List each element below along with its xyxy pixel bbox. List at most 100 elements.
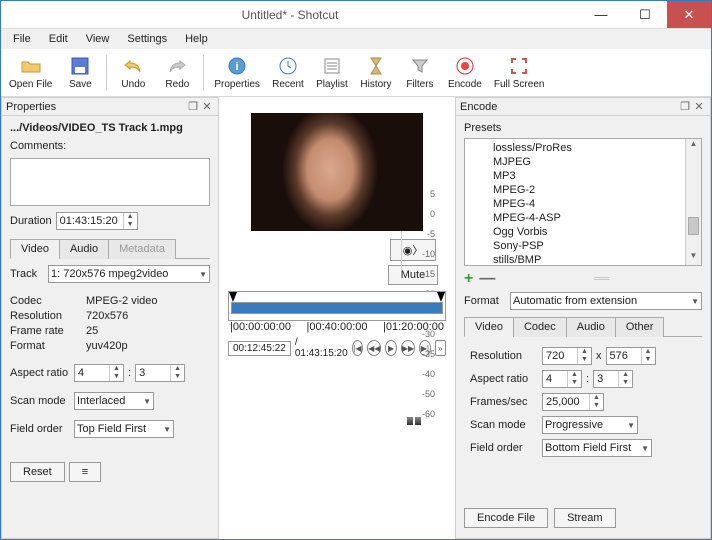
aspect-h-spinner[interactable]: ▲▼: [135, 364, 185, 382]
enc-scan-label: Scan mode: [470, 419, 536, 431]
duration-spinner[interactable]: ▲▼: [56, 212, 138, 230]
properties-button[interactable]: iProperties: [212, 53, 262, 92]
play-button[interactable]: ▶: [385, 340, 396, 356]
video-preview[interactable]: [251, 113, 423, 231]
prev-button[interactable]: ◀◀: [367, 340, 381, 356]
history-button[interactable]: History: [358, 53, 394, 92]
enc-res-w[interactable]: ▲▼: [542, 347, 592, 365]
encode-tab-video[interactable]: Video: [464, 317, 514, 337]
menu-file[interactable]: File: [5, 31, 39, 47]
encode-tab-codec[interactable]: Codec: [513, 317, 567, 337]
meter-bar-left: [407, 417, 413, 425]
undo-button[interactable]: Undo: [115, 53, 151, 92]
expand-icon: [508, 55, 530, 77]
maximize-button[interactable]: ☐: [623, 1, 667, 28]
recent-button[interactable]: Recent: [270, 53, 306, 92]
preset-item[interactable]: MPEG-4-ASP: [465, 211, 685, 225]
open-file-button[interactable]: Open File: [7, 53, 54, 92]
panel-float-button[interactable]: ❐: [186, 100, 200, 113]
titlebar: Untitled* - Shotcut — ☐ ✕: [1, 1, 711, 29]
toolbar: Open File Save Undo Redo iProperties Rec…: [1, 49, 711, 97]
total-time: / 01:43:15:20: [295, 337, 348, 359]
close-button[interactable]: ✕: [667, 1, 711, 28]
tab-metadata[interactable]: Metadata: [108, 239, 176, 259]
enc-aspect-w[interactable]: ▲▼: [542, 370, 582, 388]
scan-select[interactable]: Interlaced▼: [74, 392, 154, 410]
field-select[interactable]: Top Field First▼: [74, 420, 174, 438]
undo-icon: [122, 55, 144, 77]
hourglass-icon: [365, 55, 387, 77]
encode-panel: Encode❐✕ Presets lossless/ProRes MJPEG M…: [455, 97, 711, 539]
enc-res-h[interactable]: ▲▼: [606, 347, 656, 365]
menubar: File Edit View Settings Help: [1, 29, 711, 49]
end-marker-icon[interactable]: [437, 292, 445, 302]
encode-tab-other[interactable]: Other: [615, 317, 665, 337]
save-button[interactable]: Save: [62, 53, 98, 92]
preset-item[interactable]: lossless/ProRes: [465, 141, 685, 155]
preset-item[interactable]: MPEG-4: [465, 197, 685, 211]
presets-list[interactable]: lossless/ProRes MJPEG MP3 MPEG-2 MPEG-4 …: [464, 138, 702, 266]
track-label: Track: [10, 268, 44, 280]
remove-preset-button[interactable]: —: [479, 270, 495, 288]
enc-resolution-label: Resolution: [470, 350, 536, 362]
encode-format-label: Format: [464, 295, 506, 307]
presets-scrollbar[interactable]: ▲▼: [685, 139, 701, 265]
funnel-icon: [409, 55, 431, 77]
encode-button[interactable]: Encode: [446, 53, 484, 92]
next-button[interactable]: ▶▶: [401, 340, 415, 356]
preset-item[interactable]: stills/BMP: [465, 253, 685, 265]
folder-open-icon: [20, 55, 42, 77]
current-time[interactable]: 00:12:45:22: [228, 341, 291, 356]
player-area: 5 0 -5 -10 -15 -20 -25 -30 -35 -40 -50 -…: [219, 97, 455, 539]
comments-input[interactable]: [10, 158, 210, 206]
track-select[interactable]: 1: 720x576 mpeg2video▼: [48, 265, 210, 283]
add-preset-button[interactable]: +: [464, 270, 473, 288]
preset-item[interactable]: MPEG-2: [465, 183, 685, 197]
tab-audio[interactable]: Audio: [59, 239, 109, 259]
panel-float-button[interactable]: ❐: [678, 100, 692, 113]
svg-text:i: i: [236, 61, 239, 73]
preset-item[interactable]: Ogg Vorbis: [465, 225, 685, 239]
encode-tab-audio[interactable]: Audio: [566, 317, 616, 337]
panel-close-button[interactable]: ✕: [200, 100, 214, 113]
meter-bar-right: [415, 417, 421, 425]
stream-button[interactable]: Stream: [554, 508, 615, 528]
menu-help[interactable]: Help: [177, 31, 216, 47]
preset-item[interactable]: MJPEG: [465, 155, 685, 169]
encode-file-button[interactable]: Encode File: [464, 508, 548, 528]
format-value: yuv420p: [86, 340, 210, 352]
enc-scan-select[interactable]: Progressive▼: [542, 416, 638, 434]
panel-close-button[interactable]: ✕: [692, 100, 706, 113]
enc-fps[interactable]: ▲▼: [542, 393, 604, 411]
field-label: Field order: [10, 423, 70, 435]
timeline[interactable]: |00:00:00:00|00:40:00:00|01:20:00:00 00:…: [228, 291, 446, 359]
redo-icon: [166, 55, 188, 77]
menu-button[interactable]: ≡: [69, 462, 101, 482]
menu-settings[interactable]: Settings: [119, 31, 175, 47]
floppy-icon: [69, 55, 91, 77]
playlist-button[interactable]: Playlist: [314, 53, 350, 92]
reset-button[interactable]: Reset: [10, 462, 65, 482]
preset-item[interactable]: Sony-PSP: [465, 239, 685, 253]
aspect-w-spinner[interactable]: ▲▼: [74, 364, 124, 382]
skip-start-button[interactable]: |◀: [352, 340, 363, 356]
info-icon: i: [226, 55, 248, 77]
minimize-button[interactable]: —: [579, 1, 623, 28]
enc-aspect-h[interactable]: ▲▼: [593, 370, 633, 388]
aspect-label: Aspect ratio: [10, 367, 70, 379]
menu-edit[interactable]: Edit: [41, 31, 76, 47]
redo-button[interactable]: Redo: [159, 53, 195, 92]
menu-view[interactable]: View: [78, 31, 118, 47]
encode-format-select[interactable]: Automatic from extension▼: [510, 292, 702, 310]
preset-item[interactable]: MP3: [465, 169, 685, 183]
enc-field-label: Field order: [470, 442, 536, 454]
duration-label: Duration: [10, 215, 52, 227]
clock-icon: [277, 55, 299, 77]
drag-handle-icon[interactable]: ══: [501, 273, 702, 285]
playhead-icon[interactable]: [229, 292, 237, 302]
filters-button[interactable]: Filters: [402, 53, 438, 92]
codec-value: MPEG-2 video: [86, 295, 210, 307]
tab-video[interactable]: Video: [10, 239, 60, 259]
enc-field-select: Bottom Field First▼: [542, 439, 652, 457]
fullscreen-button[interactable]: Full Screen: [492, 53, 547, 92]
